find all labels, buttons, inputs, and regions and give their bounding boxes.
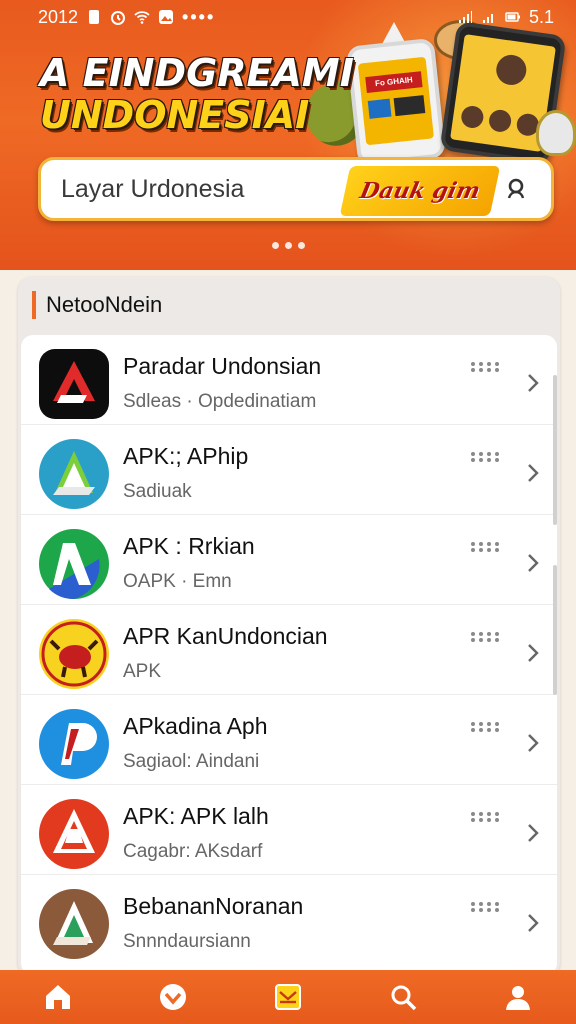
nav-profile-button[interactable] [498, 977, 538, 1017]
apk-logo-blue-icon [39, 439, 109, 509]
battery-level: 5.1 [528, 6, 554, 27]
app-name: APK:; APhip [123, 443, 249, 469]
more-options-icon[interactable] [469, 361, 503, 373]
carousel-dot[interactable] [298, 242, 305, 249]
bull-logo-yellow-icon [39, 619, 109, 689]
signal-icon [458, 11, 472, 23]
header-banner: 2012 •••• 5.1 A EINDGREAMI UNDONESIAI Fo… [0, 0, 576, 270]
chevron-right-icon[interactable] [525, 823, 541, 843]
more-options-icon[interactable] [469, 811, 503, 823]
status-time: 2012 [38, 6, 79, 27]
carousel-indicator[interactable] [272, 242, 305, 249]
promo-badge[interactable]: Dauk gim [339, 166, 501, 216]
more-options-icon[interactable] [469, 901, 503, 913]
app-name: APR KanUndoncian [123, 623, 328, 649]
chevron-right-icon[interactable] [525, 733, 541, 753]
list-item[interactable]: APK: APK lalh Cagabr: AKsdarf [21, 785, 557, 875]
apk-logo-green-icon [39, 529, 109, 599]
phone-screen-tag: Fo GHAIH [365, 71, 423, 93]
chevron-right-icon[interactable] [525, 553, 541, 573]
banner-phone-left: Fo GHAIH [345, 37, 447, 167]
favorite-icon [159, 984, 186, 1010]
list-item[interactable]: APR KanUndoncian APK [21, 605, 557, 695]
notification-icon [89, 10, 100, 24]
more-options-icon[interactable] [469, 451, 503, 463]
app-subtitle: Sadiuak [123, 481, 192, 502]
app-subtitle: Sdleas · Opdedinatiam [123, 391, 317, 412]
app-name: BebananNoranan [123, 893, 304, 919]
more-options-icon[interactable] [469, 631, 503, 643]
list-item[interactable]: APK:; APhip Sadiuak [21, 425, 557, 515]
app-name: APkadina Aph [123, 713, 268, 739]
app-subtitle: Cagabr: AKsdarf [123, 841, 263, 862]
chevron-right-icon[interactable] [525, 463, 541, 483]
app-subtitle: APK [123, 661, 162, 682]
app-subtitle: Sagiaol: Aindani [123, 751, 260, 772]
app-name: Paradar Undonsian [123, 353, 322, 379]
app-name: APK: APK lalh [123, 803, 269, 829]
bottom-nav [0, 970, 576, 1024]
scrollbar[interactable] [553, 375, 557, 525]
app-subtitle: Snnndaursiann [123, 931, 251, 952]
gallery-icon [159, 10, 174, 24]
apk-logo-lightblue-icon [39, 709, 109, 779]
scrollbar[interactable] [553, 565, 557, 695]
search-bar[interactable]: Layar Urdonesia Dauk gim [38, 157, 554, 221]
apk-logo-brown-icon [39, 889, 109, 959]
app-list: Paradar Undonsian Sdleas · Opdedinatiam … [21, 335, 557, 975]
signal2-icon [482, 14, 493, 23]
status-bar: 2012 •••• 5.1 [0, 0, 576, 34]
carousel-dot[interactable] [285, 242, 292, 249]
chevron-right-icon[interactable] [525, 643, 541, 663]
home-icon [45, 985, 70, 1009]
search-icon [391, 985, 417, 1011]
apk-logo-red-icon [39, 799, 109, 869]
decor-badge [536, 110, 576, 156]
banner-title: A EINDGREAMI UNDONESIAI [40, 52, 354, 136]
app-subtitle: OAPK · Emn [123, 571, 232, 592]
list-item[interactable]: Paradar Undonsian Sdleas · Opdedinatiam [21, 335, 557, 425]
inbox-icon [274, 984, 301, 1010]
nav-favorite-button[interactable] [153, 977, 193, 1017]
list-item[interactable]: APkadina Aph Sagiaol: Aindani [21, 695, 557, 785]
app-name: APK : Rrkian [123, 533, 255, 559]
banner-title-line1: A EINDGREAMI [40, 51, 354, 95]
profile-icon [506, 986, 531, 1010]
more-options-icon[interactable] [469, 721, 503, 733]
list-item[interactable]: APK : Rrkian OAPK · Emn [21, 515, 557, 605]
nav-search-button[interactable] [383, 977, 423, 1017]
apk-logo-black-icon [39, 349, 109, 419]
banner-title-line2: UNDONESIAI [40, 93, 310, 137]
list-item[interactable]: BebananNoranan Snnndaursiann [21, 875, 557, 965]
search-button[interactable] [503, 174, 533, 204]
section-title: NetooNdein [32, 291, 162, 319]
more-notifications-icon: •••• [182, 6, 216, 27]
nav-home-button[interactable] [38, 977, 78, 1017]
nav-inbox-button[interactable] [268, 977, 308, 1017]
wifi-icon [134, 11, 150, 24]
app-section: NetooNdein Paradar Undonsian Sdleas · Op… [18, 277, 560, 977]
more-options-icon[interactable] [469, 541, 503, 553]
alarm-icon [111, 11, 126, 25]
search-icon [507, 178, 525, 199]
carousel-dot[interactable] [272, 242, 279, 249]
battery-icon [505, 12, 520, 22]
chevron-right-icon[interactable] [525, 913, 541, 933]
chevron-right-icon[interactable] [525, 373, 541, 393]
